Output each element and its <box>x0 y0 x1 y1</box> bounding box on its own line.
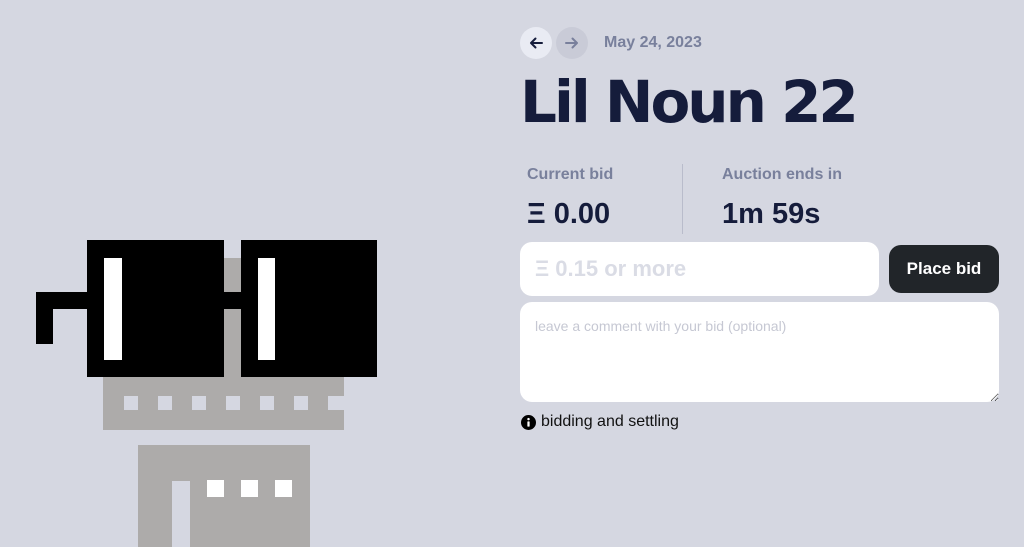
auction-timer[interactable]: Auction ends in 1m 59s <box>722 160 842 231</box>
auction-ends-value: 1m 59s <box>722 198 821 230</box>
info-circle-icon <box>521 414 536 430</box>
bid-comment-textarea[interactable] <box>520 302 999 402</box>
auction-navigation: May 24, 2023 <box>520 27 702 59</box>
next-noun-button[interactable] <box>556 27 588 59</box>
noun-title: Lil Noun 22 <box>520 68 859 136</box>
noun-pixel-art <box>36 240 377 547</box>
previous-noun-button[interactable] <box>520 27 552 59</box>
auction-panel: May 24, 2023 Lil Noun 22 Current bid Ξ 0… <box>520 0 1000 547</box>
auction-page: May 24, 2023 Lil Noun 22 Current bid Ξ 0… <box>0 0 1024 547</box>
noun-image <box>0 0 500 547</box>
auction-date: May 24, 2023 <box>604 34 702 51</box>
place-bid-button[interactable]: Place bid <box>889 245 999 293</box>
bidding-help-label: bidding and settling <box>541 413 679 430</box>
noun-glasses <box>36 240 377 377</box>
arrow-left-icon <box>530 37 543 49</box>
bid-amount-input[interactable] <box>520 242 879 296</box>
noun-body-notch <box>172 481 190 547</box>
arrow-right-icon <box>565 37 578 49</box>
auction-ends-label: Auction ends in <box>722 166 842 183</box>
current-bid: Current bid Ξ 0.00 <box>527 160 613 231</box>
stat-divider <box>682 164 683 234</box>
noun-body-accessory <box>207 480 292 497</box>
current-bid-label: Current bid <box>527 166 614 183</box>
current-bid-value: Ξ 0.00 <box>527 198 611 230</box>
bidding-help-link[interactable]: bidding and settling <box>521 413 679 431</box>
